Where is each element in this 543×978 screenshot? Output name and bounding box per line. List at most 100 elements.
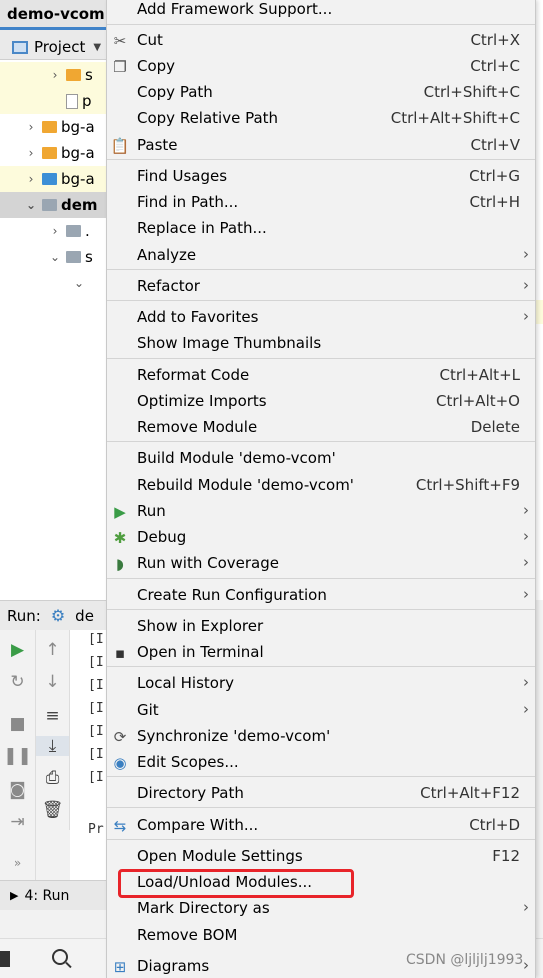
tree-item[interactable]: p — [0, 88, 108, 114]
arrow-down-icon[interactable]: ↓ — [36, 672, 69, 692]
coverage-icon: ◗ — [116, 555, 124, 573]
menu-item-label: Copy Path — [137, 83, 213, 101]
chevron-down-icon[interactable]: ⌄ — [72, 276, 86, 290]
camera-icon[interactable]: ◙ — [0, 780, 35, 800]
arrow-up-icon[interactable]: ↑ — [36, 640, 69, 660]
print-icon[interactable]: ⎙ — [36, 768, 69, 788]
windows-start-icon[interactable] — [0, 951, 10, 967]
menu-item-analyze[interactable]: Analyze › — [107, 243, 535, 269]
menu-item-label: Reformat Code — [137, 366, 250, 384]
console-line: [I — [88, 724, 104, 739]
menu-item-copy-relative-path[interactable]: Copy Relative Path Ctrl+Alt+Shift+C — [107, 106, 535, 132]
tree-item-label: p — [82, 92, 92, 110]
chevron-right-icon[interactable]: › — [48, 224, 62, 238]
console-line: [I — [88, 701, 104, 716]
chevron-down-icon[interactable]: ⌄ — [24, 198, 38, 212]
menu-item-label: Find Usages — [137, 167, 228, 185]
tree-item[interactable]: › bg-a — [0, 166, 108, 192]
menu-item-open-in-terminal[interactable]: ▪ Open in Terminal — [107, 640, 535, 666]
gear-icon[interactable]: ⚙ — [51, 606, 65, 625]
run-tab-label[interactable]: de — [75, 607, 94, 625]
tree-item[interactable]: ›. — [0, 218, 108, 244]
menu-item-compare-with[interactable]: ⇆ Compare With... Ctrl+D — [107, 813, 535, 839]
menu-separator — [107, 839, 535, 840]
menu-item-replace-in-path[interactable]: Replace in Path... — [107, 216, 535, 242]
menu-item-label: Open in Terminal — [137, 643, 264, 661]
project-panel-header[interactable]: Project ▼ — [0, 30, 108, 60]
menu-separator — [107, 666, 535, 667]
tree-item[interactable]: › s — [0, 62, 108, 88]
menu-item-label: Paste — [137, 136, 178, 154]
menu-item-label: Rebuild Module 'demo-vcom' — [137, 476, 354, 494]
menu-item-open-module-settings[interactable]: Open Module Settings F12 — [107, 844, 535, 870]
tree-item-selected[interactable]: ⌄ dem — [0, 192, 108, 218]
chevron-right-icon[interactable]: › — [24, 172, 38, 186]
menu-separator — [107, 609, 535, 610]
menu-item-label: Edit Scopes... — [137, 753, 239, 771]
menu-item-directory-path[interactable]: Directory Path Ctrl+Alt+F12 — [107, 781, 535, 807]
pause-icon[interactable]: ❚❚ — [0, 746, 35, 766]
menu-item-run[interactable]: ▶ Run › — [107, 499, 535, 525]
menu-item-add-to-favorites[interactable]: Add to Favorites › — [107, 305, 535, 331]
chevron-down-icon[interactable]: ⌄ — [48, 250, 62, 264]
menu-item-label: Create Run Configuration — [137, 586, 327, 604]
menu-item-show-in-explorer[interactable]: Show in Explorer — [107, 614, 535, 640]
menu-item-reformat-code[interactable]: Reformat Code Ctrl+Alt+L — [107, 363, 535, 389]
menu-item-git[interactable]: Git › — [107, 698, 535, 724]
stop-icon[interactable]: ■ — [0, 714, 35, 734]
menu-separator — [107, 578, 535, 579]
soft-wrap-icon[interactable]: ≡ — [36, 706, 69, 726]
more-icon[interactable]: » — [0, 856, 35, 870]
chevron-down-icon[interactable]: ▼ — [93, 42, 101, 53]
menu-item-shortcut: Ctrl+D — [469, 816, 520, 834]
tree-item[interactable]: ⌄ — [0, 270, 108, 296]
menu-item-create-run-configuration[interactable]: Create Run Configuration › — [107, 583, 535, 609]
menu-item-mark-directory-as[interactable]: Mark Directory as › — [107, 896, 535, 922]
trash-icon[interactable]: 🗑 — [36, 800, 69, 820]
menu-item-synchronize-demo-vcom[interactable]: ⟳ Synchronize 'demo-vcom' — [107, 724, 535, 750]
menu-item-show-image-thumbnails[interactable]: Show Image Thumbnails — [107, 331, 535, 357]
exit-icon[interactable]: ⇥ — [0, 812, 35, 832]
menu-item-find-usages[interactable]: Find Usages Ctrl+G — [107, 164, 535, 190]
menu-item-build-module-demo-vcom[interactable]: Build Module 'demo-vcom' — [107, 446, 535, 472]
editor-tab-title[interactable]: demo-vcom — [0, 0, 108, 30]
menu-item-label: Compare With... — [137, 816, 259, 834]
chevron-right-icon[interactable]: › — [24, 146, 38, 160]
menu-item-paste[interactable]: 📋 Paste Ctrl+V — [107, 133, 535, 159]
menu-item-local-history[interactable]: Local History › — [107, 671, 535, 697]
menu-separator — [107, 441, 535, 442]
menu-item-cut[interactable]: ✂ Cut Ctrl+X — [107, 28, 535, 54]
tree-item[interactable]: ⌄ s — [0, 244, 108, 270]
tree-item[interactable]: › bg-a — [0, 114, 108, 140]
menu-item-label: Show Image Thumbnails — [137, 334, 322, 352]
scroll-to-end-icon[interactable]: ⤓ — [36, 736, 69, 756]
run-tool-tab[interactable]: 4: Run — [24, 888, 69, 904]
menu-item-copy-path[interactable]: Copy Path Ctrl+Shift+C — [107, 80, 535, 106]
rerun-icon[interactable]: ▶ — [0, 640, 35, 660]
menu-item-label: Remove BOM — [137, 926, 238, 944]
tree-item[interactable]: › bg-a — [0, 140, 108, 166]
menu-item-shortcut: F12 — [492, 847, 520, 865]
menu-item-refactor[interactable]: Refactor › — [107, 274, 535, 300]
menu-item-remove-bom[interactable]: Remove BOM — [107, 923, 535, 949]
watermark: CSDN @ljljlj1993 — [406, 952, 524, 968]
menu-item-label: Refactor — [137, 277, 200, 295]
menu-item-debug[interactable]: ✱ Debug › — [107, 525, 535, 551]
menu-separator — [107, 776, 535, 777]
menu-item-edit-scopes[interactable]: ◉ Edit Scopes... — [107, 750, 535, 776]
console-output: [I [I [I [I [I [I [I Pr — [70, 630, 108, 880]
menu-item-add-framework-support[interactable]: Add Framework Support... — [107, 0, 535, 23]
chevron-right-icon[interactable]: › — [24, 120, 38, 134]
menu-item-find-in-path[interactable]: Find in Path... Ctrl+H — [107, 190, 535, 216]
rerun-failed-icon[interactable]: ↻ — [0, 672, 35, 692]
menu-separator — [107, 159, 535, 160]
menu-item-run-with-coverage[interactable]: ◗ Run with Coverage › — [107, 551, 535, 577]
menu-item-remove-module[interactable]: Remove Module Delete — [107, 415, 535, 441]
console-line: [I — [88, 632, 104, 647]
menu-item-copy[interactable]: ❐ Copy Ctrl+C — [107, 54, 535, 80]
menu-item-rebuild-module-demo-vcom[interactable]: Rebuild Module 'demo-vcom' Ctrl+Shift+F9 — [107, 473, 535, 499]
chevron-right-icon[interactable]: › — [48, 68, 62, 82]
search-icon[interactable] — [52, 949, 68, 965]
menu-item-shortcut: Ctrl+Alt+Shift+C — [390, 109, 520, 127]
menu-item-optimize-imports[interactable]: Optimize Imports Ctrl+Alt+O — [107, 389, 535, 415]
